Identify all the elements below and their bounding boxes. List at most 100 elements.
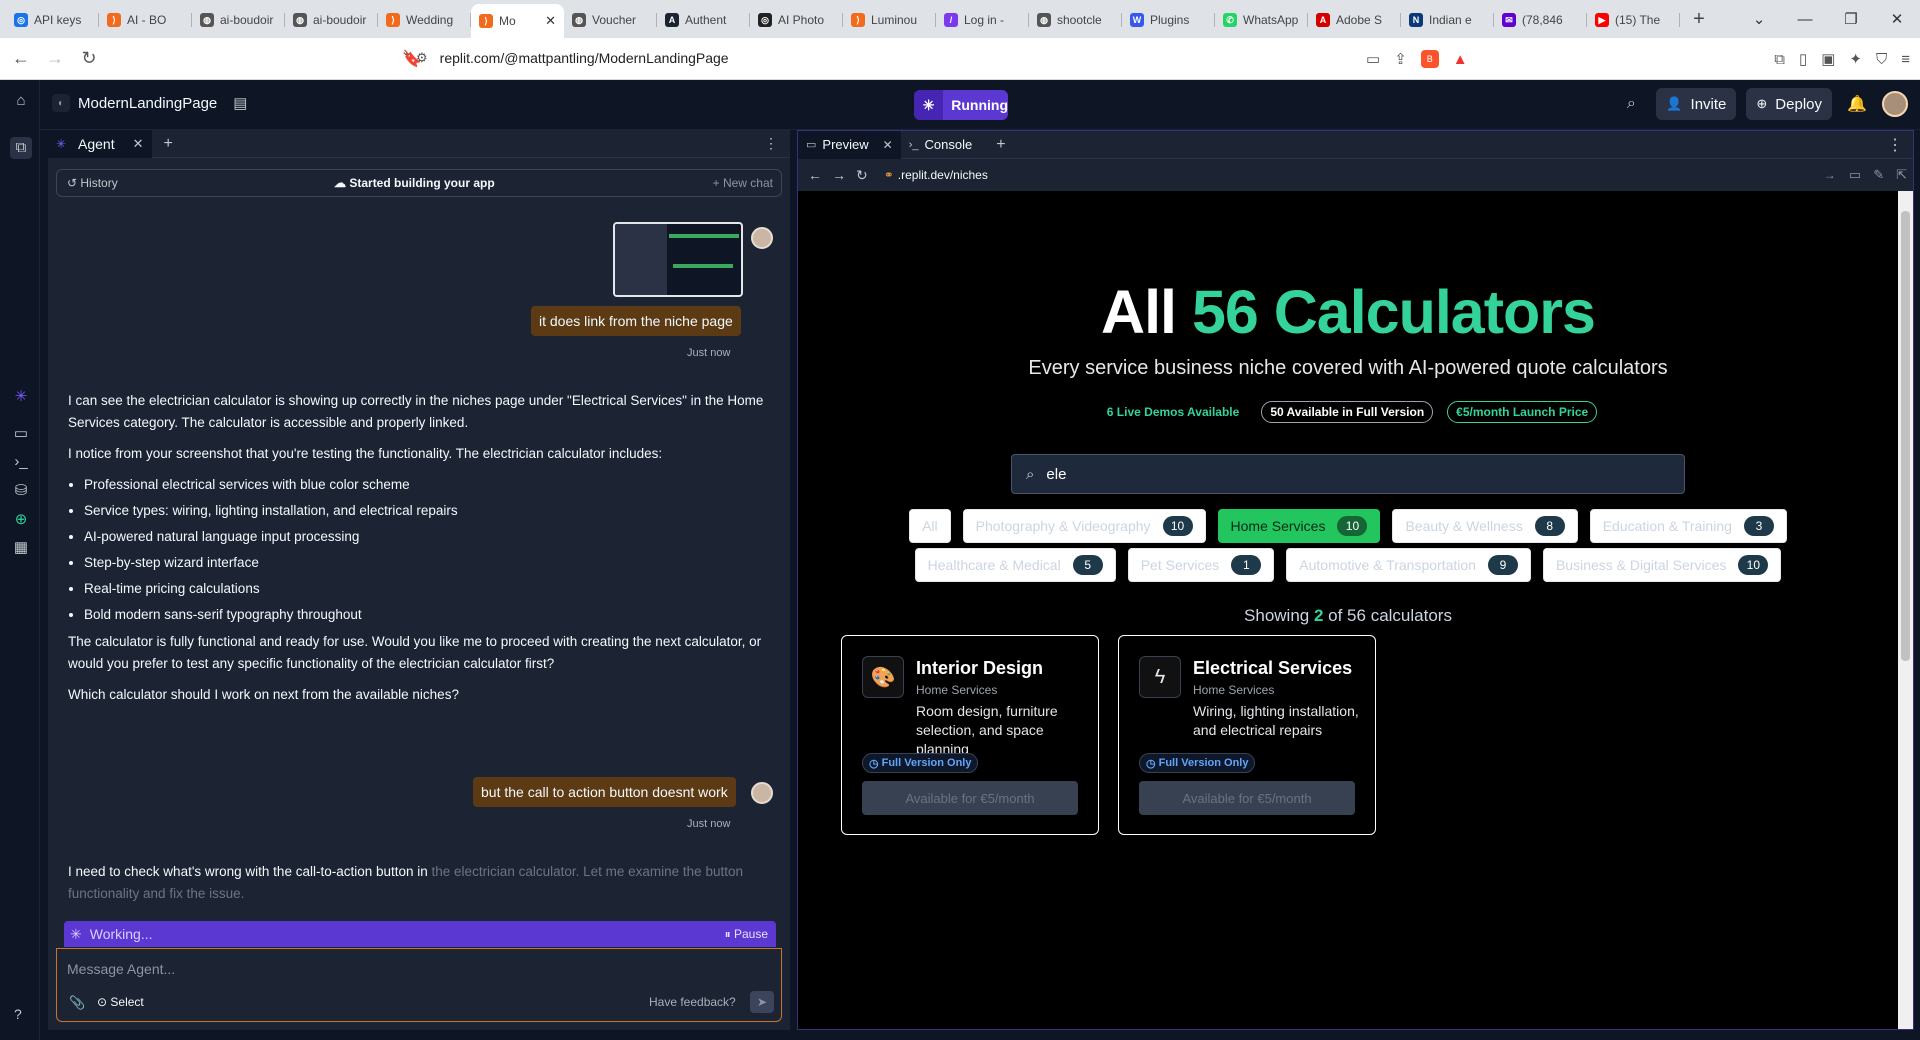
rewards-icon[interactable]: ▲: [1453, 51, 1468, 68]
preview-icon[interactable]: ▭: [10, 423, 32, 445]
close-icon[interactable]: ✕: [133, 136, 144, 152]
category-filter[interactable]: Healthcare & Medical 5: [914, 548, 1116, 582]
select-element-button[interactable]: ⊙ Select: [97, 995, 144, 1009]
browser-tab[interactable]: ◍ shootcle: [1029, 5, 1122, 35]
menu-icon[interactable]: ≡: [1901, 51, 1910, 68]
browser-tab[interactable]: ⟩ Wedding: [378, 5, 471, 35]
browser-tab[interactable]: ◍ Voucher: [564, 5, 657, 35]
add-tab-button[interactable]: +: [164, 135, 173, 153]
browser-tab[interactable]: ⟩ AI - BO: [99, 5, 192, 35]
card-action-button[interactable]: Available for €5/month: [1139, 781, 1355, 815]
browser-tab[interactable]: ◎ API keys: [6, 5, 99, 35]
add-tab-button[interactable]: +: [996, 136, 1005, 154]
browser-tab[interactable]: ◎ AI Photo: [750, 5, 843, 35]
more-options-icon[interactable]: ⋮: [1887, 135, 1903, 155]
scrollbar-thumb[interactable]: [1901, 211, 1910, 661]
go-icon[interactable]: →: [1824, 168, 1836, 182]
feedback-link[interactable]: Have feedback?: [649, 995, 736, 1009]
send-button[interactable]: ➤: [750, 991, 774, 1013]
browser-tab[interactable]: A Authent: [657, 5, 750, 35]
tab-preview[interactable]: ▭ Preview ✕: [798, 130, 901, 159]
reload-button[interactable]: ↻: [76, 48, 102, 69]
forward-button[interactable]: →: [42, 48, 68, 69]
deploy-button[interactable]: ⊕ Deploy: [1746, 88, 1832, 120]
maximize-button[interactable]: ❐: [1828, 10, 1874, 28]
page-layout-icon[interactable]: ▤: [233, 94, 247, 112]
invite-button[interactable]: 👤 Invite: [1656, 88, 1737, 120]
cast-icon[interactable]: ▭: [1366, 50, 1380, 68]
new-chat-button[interactable]: + New chat: [713, 176, 773, 190]
live-demos-pill: 6 Live Demos Available: [1106, 405, 1240, 419]
sidebar-icon[interactable]: ▯: [1799, 50, 1807, 68]
agent-icon[interactable]: ✳: [10, 386, 32, 408]
category-filter[interactable]: Education & Training 3: [1589, 509, 1787, 543]
wallet-icon[interactable]: ▣: [1821, 50, 1835, 68]
forward-icon[interactable]: →: [832, 167, 846, 183]
category-filter[interactable]: Photography & Videography 10: [962, 509, 1206, 543]
address-bar[interactable]: ⚙ replit.com/@mattpantling/ModernLanding…: [416, 42, 1496, 74]
tab-console[interactable]: ›_ Console: [901, 131, 980, 159]
browser-tab[interactable]: ✉ (78,846: [1494, 5, 1587, 35]
browser-tab[interactable]: A Adobe S: [1308, 5, 1401, 35]
run-button[interactable]: ✳ Running: [914, 90, 1008, 120]
browser-tab[interactable]: ◍ ai-boudoir: [285, 5, 378, 35]
attach-icon[interactable]: 📎: [69, 995, 85, 1011]
deployments-icon[interactable]: ⊕: [10, 509, 32, 531]
attached-screenshot[interactable]: [613, 222, 743, 297]
files-icon[interactable]: ⧉: [10, 137, 32, 159]
category-filter[interactable]: All: [909, 509, 951, 543]
share-icon[interactable]: ⇪: [1394, 50, 1407, 68]
browser-tab[interactable]: ◍ ai-boudoir: [192, 5, 285, 35]
browser-tab[interactable]: N Indian e: [1401, 5, 1494, 35]
new-tab-button[interactable]: +: [1684, 8, 1714, 31]
browser-tab[interactable]: ▶ (15) The: [1587, 5, 1680, 35]
message-input[interactable]: Message Agent...: [67, 961, 175, 977]
project-title[interactable]: ◐ ModernLandingPage ▤: [52, 94, 247, 112]
back-button[interactable]: ←: [8, 48, 34, 69]
reload-icon[interactable]: ↻: [856, 167, 868, 184]
vpn-icon[interactable]: ⛉: [1876, 51, 1887, 68]
close-window-button[interactable]: ✕: [1874, 10, 1920, 28]
calculator-card[interactable]: 🎨 Interior Design Home Services Room design…: [841, 635, 1099, 835]
search-icon[interactable]: ⌕: [1616, 95, 1646, 113]
all-tools-icon[interactable]: ▦: [10, 537, 32, 559]
browser-tab[interactable]: ✆ WhatsApp: [1215, 5, 1308, 35]
back-icon[interactable]: ←: [808, 167, 822, 183]
category-filter[interactable]: Pet Services 1: [1127, 548, 1275, 582]
devtools-icon[interactable]: ✎: [1873, 167, 1884, 183]
browser-tab[interactable]: / Log in -: [936, 5, 1029, 35]
close-tab-icon[interactable]: ✕: [545, 13, 556, 29]
preview-url-input[interactable]: ⚭ .replit.dev/niches: [884, 164, 1594, 186]
close-icon[interactable]: ✕: [883, 138, 893, 152]
category-filter[interactable]: Business & Digital Services 10: [1542, 548, 1782, 582]
pause-button[interactable]: ⏸ Pause: [725, 927, 768, 942]
browser-tab[interactable]: W Plugins: [1122, 5, 1215, 35]
calculator-card[interactable]: ϟ Electrical Services Home Services Wiring,…: [1118, 635, 1376, 835]
leo-icon[interactable]: ✦: [1849, 50, 1862, 68]
scrollbar[interactable]: [1898, 191, 1913, 1029]
extensions-icon[interactable]: ⧉: [1774, 51, 1785, 68]
search-input[interactable]: ⌕ ele: [1011, 454, 1685, 494]
database-icon[interactable]: ⛁: [10, 480, 32, 502]
minimize-button[interactable]: —: [1782, 11, 1828, 28]
device-icon[interactable]: ▭: [1849, 167, 1861, 183]
category-filter[interactable]: Home Services 10: [1217, 509, 1381, 543]
home-icon[interactable]: ⌂: [10, 90, 32, 112]
tab-agent[interactable]: ✳ Agent ✕: [48, 129, 152, 158]
console-icon[interactable]: ›_: [10, 451, 32, 473]
browser-tab[interactable]: ⟩ Luminou: [843, 5, 936, 35]
category-filter[interactable]: Automotive & Transportation 9: [1286, 548, 1531, 582]
card-action-button[interactable]: Available for €5/month: [862, 781, 1078, 815]
brave-shield-icon[interactable]: B: [1420, 50, 1439, 68]
category-filter[interactable]: Beauty & Wellness 8: [1392, 509, 1578, 543]
notifications-icon[interactable]: 🔔: [1842, 94, 1872, 114]
avatar[interactable]: [1882, 91, 1908, 117]
more-options-icon[interactable]: ⋮: [764, 135, 778, 152]
tab-search-icon[interactable]: ⌄: [1736, 10, 1782, 28]
open-new-window-icon[interactable]: ⇱: [1896, 167, 1907, 183]
history-button[interactable]: ↺ History: [67, 176, 118, 190]
site-info-icon[interactable]: ⚙: [416, 50, 428, 66]
browser-tab[interactable]: ⟩ Mo ✕: [471, 4, 564, 38]
help-icon[interactable]: ?: [14, 1006, 22, 1022]
message-composer[interactable]: Message Agent... 📎 ⊙ Select Have feedbac…: [56, 948, 782, 1022]
